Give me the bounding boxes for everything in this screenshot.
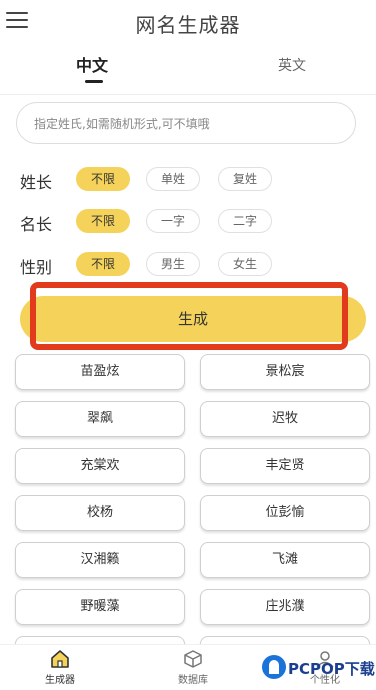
option-surname-compound[interactable]: 复姓: [218, 167, 272, 191]
tab-chinese[interactable]: 中文: [76, 52, 108, 76]
option-name-one-char[interactable]: 一字: [146, 209, 200, 233]
result-name-card[interactable]: 充棠欢: [15, 448, 185, 484]
option-label-gender: 性别: [20, 258, 53, 277]
page-title: 网名生成器: [135, 13, 241, 37]
result-name-card[interactable]: 汉湘籁: [15, 542, 185, 578]
tab-english[interactable]: 英文: [278, 55, 306, 75]
nav-generator[interactable]: 生成器: [20, 649, 100, 686]
nav-database[interactable]: 数据库: [153, 649, 233, 686]
divider: [0, 94, 376, 95]
watermark: PCPOP下载: [262, 655, 376, 683]
result-name-card[interactable]: 苗盈炫: [15, 354, 185, 390]
result-name-card-partial[interactable]: [15, 636, 185, 644]
result-name-card[interactable]: 翠飙: [15, 401, 185, 437]
option-row-surname-length: 姓长 不限 单姓 复姓: [0, 164, 376, 194]
result-name-card[interactable]: 校杨: [15, 495, 185, 531]
option-name-two-char[interactable]: 二字: [218, 209, 272, 233]
result-name-card[interactable]: 庄兆濮: [200, 589, 370, 625]
option-name-any[interactable]: 不限: [76, 209, 130, 233]
results-list[interactable]: 苗盈炫 景松宸 翠飙 迟牧 充棠欢 丰定贤 校杨 位彭愉 汉湘籁 飞滩 野暖藻 …: [0, 352, 376, 644]
option-gender-male[interactable]: 男生: [146, 252, 200, 276]
nav-generator-label: 生成器: [45, 675, 75, 686]
app-header: 网名生成器: [0, 0, 376, 44]
result-name-card[interactable]: 飞滩: [200, 542, 370, 578]
surname-input-placeholder: 指定姓氏,如需随机形式,可不填哦: [34, 117, 210, 131]
highlight-box: [30, 282, 348, 350]
surname-input[interactable]: 指定姓氏,如需随机形式,可不填哦: [16, 102, 356, 144]
result-name-card[interactable]: 野暖藻: [15, 589, 185, 625]
result-name-card-partial[interactable]: [200, 636, 370, 644]
result-name-card[interactable]: 迟牧: [200, 401, 370, 437]
watermark-text: PCPOP下载: [288, 660, 375, 678]
option-gender-female[interactable]: 女生: [218, 252, 272, 276]
result-name-card[interactable]: 景松宸: [200, 354, 370, 390]
cube-icon: [184, 650, 202, 668]
option-row-gender: 性别 不限 男生 女生: [0, 249, 376, 279]
home-icon: [51, 650, 69, 668]
result-name-card[interactable]: 丰定贤: [200, 448, 370, 484]
option-label-surname-length: 姓长: [20, 173, 53, 192]
option-surname-single[interactable]: 单姓: [146, 167, 200, 191]
result-name-card[interactable]: 位彭愉: [200, 495, 370, 531]
active-tab-indicator: [85, 80, 103, 83]
watermark-logo-icon: [262, 655, 286, 679]
option-row-name-length: 名长 不限 一字 二字: [0, 206, 376, 236]
option-surname-any[interactable]: 不限: [76, 167, 130, 191]
option-gender-any[interactable]: 不限: [76, 252, 130, 276]
nav-database-label: 数据库: [178, 675, 208, 686]
option-label-name-length: 名长: [20, 215, 53, 234]
